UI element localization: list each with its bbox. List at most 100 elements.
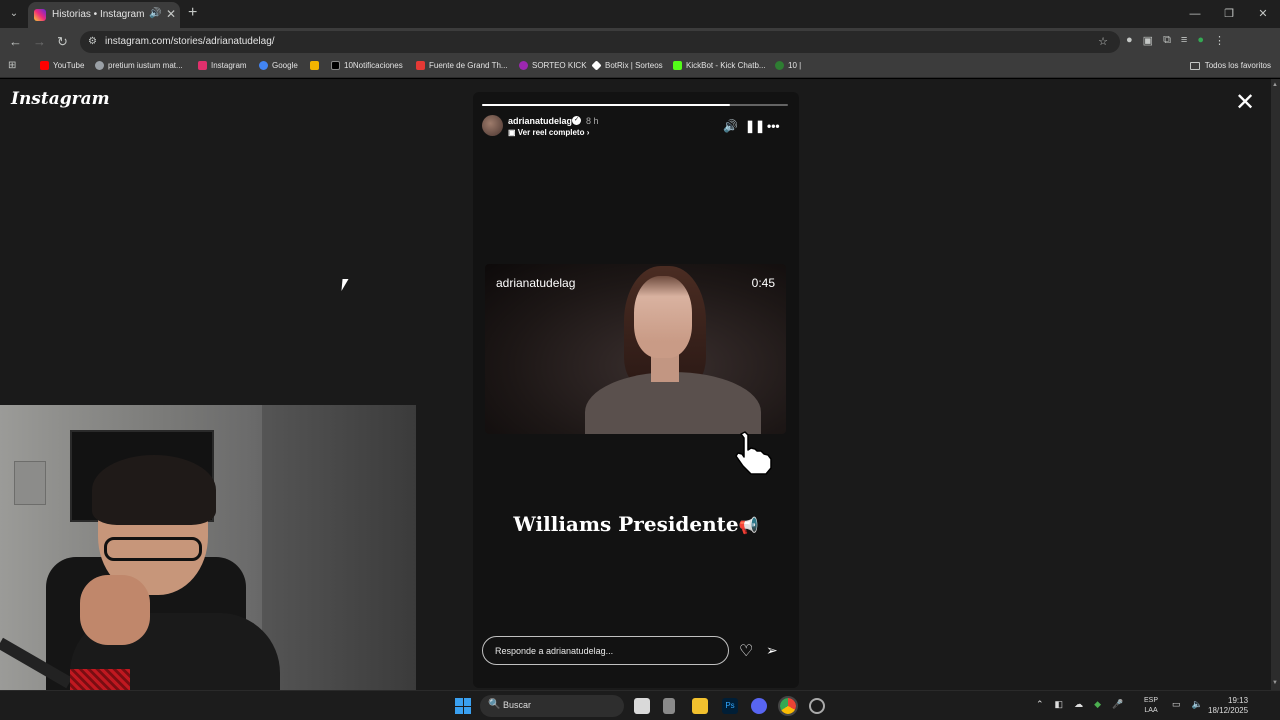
windows-start-icon[interactable] xyxy=(455,698,471,714)
pause-icon[interactable]: ❚❚ xyxy=(745,119,765,133)
extension-icon[interactable]: ▣ xyxy=(1143,34,1153,47)
bookmark-star-icon[interactable]: ☆ xyxy=(1098,35,1108,48)
reel-preview[interactable]: adrianatudelag 0:45 xyxy=(485,264,786,434)
language-indicator[interactable]: ESP LAA xyxy=(1144,696,1158,716)
volume-tray-icon[interactable]: 🔈 xyxy=(1192,699,1203,710)
tab-search-icon[interactable]: ⌄ xyxy=(6,6,22,22)
kebab-menu-icon[interactable]: ⋮ xyxy=(1214,34,1225,47)
person-hair xyxy=(92,455,216,525)
diamond-icon xyxy=(591,60,602,71)
tray-app-icon[interactable]: ◧ xyxy=(1055,699,1064,710)
back-arrow-icon[interactable]: ← xyxy=(9,34,22,49)
photoshop-icon[interactable]: Ps xyxy=(722,698,738,714)
reply-input[interactable] xyxy=(482,636,729,665)
security-icon[interactable]: ◆ xyxy=(1094,699,1101,710)
bookmark-youtube[interactable]: YouTube xyxy=(40,61,84,70)
bookmark-10notificaciones[interactable]: 10Notificaciones xyxy=(331,61,403,70)
avatar[interactable] xyxy=(482,115,503,136)
chevron-right-icon: › xyxy=(584,128,590,137)
forward-arrow-icon[interactable]: → xyxy=(33,34,46,49)
bookmark-unnamed[interactable] xyxy=(310,61,319,70)
url-text: instagram.com/stories/adrianatudelag/ xyxy=(105,36,275,47)
person-hand xyxy=(80,575,150,645)
scroll-up-arrow-icon[interactable]: ▲ xyxy=(1272,82,1278,88)
story-time-ago: 8 h xyxy=(586,116,599,126)
volume-icon[interactable]: 🔊 xyxy=(723,119,738,133)
bookmark-sorteo-kick[interactable]: SORTEO KICK xyxy=(519,61,587,70)
person-glasses xyxy=(104,537,202,561)
tab-historias[interactable]: Historias • Instagram 🔊 ✕ xyxy=(28,2,180,28)
discord-icon[interactable] xyxy=(751,698,767,714)
close-story-icon[interactable]: ✕ xyxy=(1235,91,1255,115)
bookmark-pretium[interactable]: pretium iustum mat... xyxy=(95,61,183,70)
font-icon xyxy=(416,61,425,70)
taskbar-clock[interactable]: 19:13 18/12/2025 xyxy=(1208,696,1248,716)
extension-icon[interactable]: ● xyxy=(1126,34,1133,47)
chrome-icon[interactable] xyxy=(778,696,798,716)
search-icon: 🔍 xyxy=(488,699,501,710)
bookmarks-bar: ⊞ YouTube pretium iustum mat... Instagra… xyxy=(0,56,1280,78)
reel-thumbnail-face xyxy=(634,276,692,358)
globe-icon xyxy=(95,61,104,70)
app-icon[interactable] xyxy=(809,698,825,714)
restore-icon[interactable]: ❐ xyxy=(1212,0,1246,28)
profile-avatar-icon[interactable]: ● xyxy=(1197,34,1204,47)
badge-icon xyxy=(775,61,784,70)
scroll-down-arrow-icon[interactable]: ▼ xyxy=(1272,680,1278,686)
tab-close-icon[interactable]: ✕ xyxy=(166,7,176,21)
site-info-icon[interactable]: ⚙ xyxy=(88,36,97,47)
address-bar[interactable]: ⚙ instagram.com/stories/adrianatudelag/ … xyxy=(80,31,1120,53)
onedrive-icon[interactable]: ☁ xyxy=(1074,699,1083,710)
pointing-hand-sticker-icon xyxy=(735,431,772,475)
usb-app-icon[interactable] xyxy=(663,698,675,714)
google-icon xyxy=(259,61,268,70)
microphone-icon[interactable]: 🎤 xyxy=(1112,699,1123,710)
all-bookmarks-button[interactable]: Todos los favoritos xyxy=(1189,61,1271,70)
browser-toolbar: ← → ↻ ⚙ instagram.com/stories/adrianatud… xyxy=(0,28,1280,56)
story-caption: Williams Presidente📢 xyxy=(513,512,759,536)
minimize-icon[interactable]: — xyxy=(1178,0,1212,28)
send-icon[interactable]: ➢ xyxy=(766,642,778,659)
scrollbar[interactable] xyxy=(1271,79,1280,690)
x-icon xyxy=(331,61,340,70)
reload-icon[interactable]: ↻ xyxy=(57,34,68,50)
webcam-overlay xyxy=(0,405,416,690)
instagram-favicon-icon xyxy=(34,9,46,21)
story-username[interactable]: adrianatudelag xyxy=(508,116,572,126)
view-full-reel-link[interactable]: ▣ Ver reel completo › xyxy=(508,128,589,137)
story-progress-fill xyxy=(482,104,730,106)
puzzle-extensions-icon[interactable]: ⧉ xyxy=(1163,34,1171,47)
megaphone-icon: 📢 xyxy=(738,516,759,535)
youtube-icon xyxy=(40,61,49,70)
bookmark-kickbot[interactable]: KickBot - Kick Chatb... xyxy=(673,61,766,70)
heart-icon[interactable]: ♡ xyxy=(739,641,753,661)
window-close-icon[interactable]: ✕ xyxy=(1246,0,1280,28)
file-explorer-icon[interactable] xyxy=(692,698,708,714)
media-controls-icon[interactable]: ≡ xyxy=(1181,34,1187,47)
chevron-up-icon[interactable]: ⌃ xyxy=(1036,699,1044,710)
kick-icon xyxy=(673,61,682,70)
window-controls: — ❐ ✕ xyxy=(1178,0,1280,28)
verified-badge-icon: ✓ xyxy=(572,116,581,125)
taskbar-search[interactable]: 🔍 Buscar xyxy=(480,695,624,717)
bookmark-fuente[interactable]: Fuente de Grand Th... xyxy=(416,61,508,70)
system-tray: ⌃ ◧ ☁ ◆ 🎤 xyxy=(1036,699,1123,710)
task-view-icon[interactable] xyxy=(634,698,650,714)
instagram-logo[interactable]: Instagram xyxy=(11,89,110,109)
speaker-icon[interactable]: 🔊 xyxy=(149,8,161,19)
tab-title: Historias • Instagram xyxy=(52,9,145,20)
more-options-icon[interactable]: ••• xyxy=(767,119,780,133)
tab-strip: ⌄ Historias • Instagram 🔊 ✕ + — ❐ ✕ xyxy=(0,0,1280,28)
reel-icon: ▣ xyxy=(508,128,518,137)
tray-status-icons: ▭ 🔈 xyxy=(1172,699,1203,710)
new-tab-icon[interactable]: + xyxy=(188,4,197,22)
bookmark-10[interactable]: 10 | xyxy=(775,61,801,70)
extension-icons: ● ▣ ⧉ ≡ ● ⋮ xyxy=(1126,34,1225,47)
apps-grid-icon[interactable]: ⊞ xyxy=(8,60,16,71)
bookmark-google[interactable]: Google xyxy=(259,61,298,70)
bookmark-icon xyxy=(310,61,319,70)
bookmark-instagram[interactable]: Instagram xyxy=(198,61,247,70)
display-icon[interactable]: ▭ xyxy=(1172,699,1181,710)
bookmark-botrix[interactable]: BotRix | Sorteos xyxy=(591,60,663,71)
reel-username: adrianatudelag xyxy=(496,276,576,290)
